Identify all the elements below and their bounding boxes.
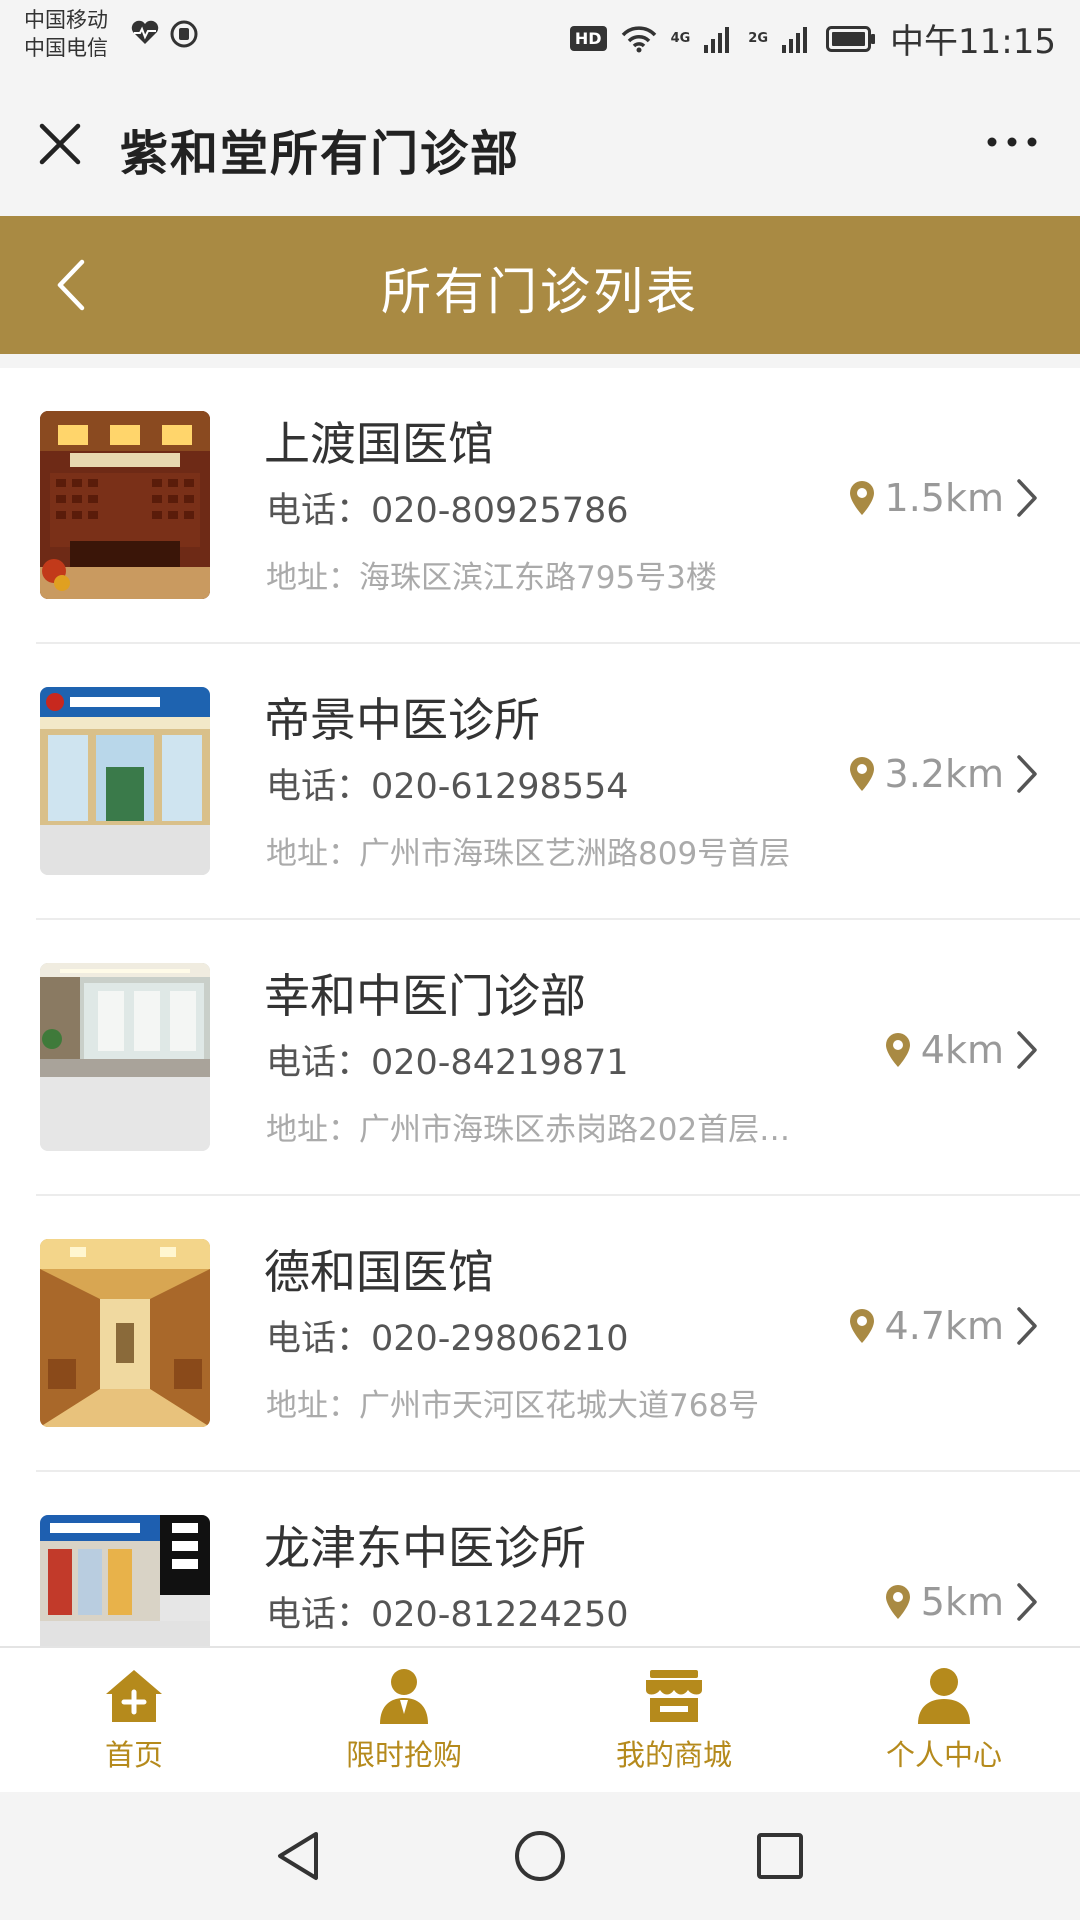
tab-profile[interactable]: 个人中心 — [844, 1666, 1044, 1774]
chevron-right-icon — [1017, 1307, 1037, 1345]
tab-flash-sale-label: 限时抢购 — [345, 1738, 462, 1772]
clinic-address: 地址：广州市海珠区艺洲路809号首层 — [266, 836, 791, 872]
clinic-distance: 4.7km — [884, 1304, 1004, 1348]
clinic-distance: 1.5km — [884, 476, 1004, 520]
person-icon — [918, 1668, 970, 1724]
tab-profile-label: 个人中心 — [885, 1738, 1002, 1772]
clinic-name: 德和国医馆 — [264, 1245, 494, 1299]
distance-link[interactable]: 5km — [883, 1580, 1040, 1624]
location-pin-icon — [885, 1033, 910, 1067]
clinic-name: 帝景中医诊所 — [264, 693, 540, 747]
status-bar: 中国移动 中国电信 HD 4G 2G 中午11:15 — [0, 0, 1080, 72]
page-header: 所有门诊列表 — [0, 216, 1080, 354]
clinic-phone[interactable]: 电话：020-84219871 — [266, 1034, 629, 1085]
clinic-phone[interactable]: 电话：020-29806210 — [266, 1310, 629, 1361]
user-tie-icon — [380, 1669, 428, 1724]
list-item[interactable]: 龙津东中医诊所 电话：020-81224250 5km — [0, 1472, 1080, 1646]
clinic-address: 地址：海珠区滨江东路795号3楼 — [266, 560, 717, 596]
list-item[interactable]: 德和国医馆 电话：020-29806210 地址：广州市天河区花城大道768号 … — [0, 1196, 1080, 1472]
clinic-phone[interactable]: 电话：020-61298554 — [266, 758, 629, 809]
clinic-phone[interactable]: 电话：020-81224250 — [266, 1586, 629, 1637]
tab-home-label: 首页 — [104, 1738, 163, 1772]
system-nav-bar — [0, 1792, 1080, 1920]
shield-icon — [170, 20, 198, 48]
distance-link[interactable]: 4km — [883, 1028, 1040, 1072]
clinic-photo — [40, 1239, 210, 1427]
heart-rate-icon — [131, 20, 159, 44]
distance-link[interactable]: 4.7km — [847, 1304, 1040, 1348]
carrier-2: 中国电信 — [24, 36, 108, 60]
wifi-icon — [621, 25, 656, 52]
distance-link[interactable]: 3.2km — [847, 752, 1040, 796]
distance-link[interactable]: 1.5km — [847, 476, 1040, 520]
clinic-photo — [40, 1515, 210, 1646]
window-title: 紫和堂所有门诊部 — [120, 126, 521, 182]
tab-my-shop[interactable]: 我的商城 — [574, 1666, 774, 1774]
clinic-distance: 3.2km — [884, 752, 1004, 796]
clinic-address: 地址：广州市天河区花城大道768号 — [266, 1388, 760, 1424]
location-pin-icon — [849, 1309, 874, 1343]
list-item[interactable]: 帝景中医诊所 电话：020-61298554 地址：广州市海珠区艺洲路809号首… — [0, 644, 1080, 920]
tab-home[interactable]: 首页 — [34, 1666, 234, 1774]
chevron-right-icon — [1017, 755, 1037, 793]
list-item[interactable]: 上渡国医馆 电话：020-80925786 地址：海珠区滨江东路795号3楼 1… — [0, 368, 1080, 644]
clinic-distance: 4km — [920, 1028, 1004, 1072]
carrier-info: 中国移动 中国电信 — [24, 6, 108, 62]
clinic-photo — [40, 963, 210, 1151]
hd-badge: HD — [569, 26, 607, 51]
chevron-right-icon — [1017, 479, 1037, 517]
close-icon[interactable] — [32, 116, 88, 172]
clinic-photo — [40, 687, 210, 875]
tab-flash-sale[interactable]: 限时抢购 — [304, 1666, 504, 1774]
location-pin-icon — [849, 757, 874, 791]
more-icon[interactable] — [980, 122, 1044, 162]
chevron-right-icon — [1017, 1583, 1037, 1621]
title-bar: 紫和堂所有门诊部 — [0, 72, 1080, 216]
page-title: 所有门诊列表 — [381, 263, 699, 321]
shop-icon — [646, 1670, 702, 1722]
signal-icon — [782, 26, 808, 53]
location-pin-icon — [885, 1585, 910, 1619]
home-icon — [106, 1670, 162, 1722]
recents-square-icon[interactable] — [752, 1828, 808, 1884]
carrier-1: 中国移动 — [24, 8, 108, 32]
home-circle-icon[interactable] — [512, 1828, 568, 1884]
clinic-photo — [40, 411, 210, 599]
list-item[interactable]: 幸和中医门诊部 电话：020-84219871 地址：广州市海珠区赤岗路202首… — [0, 920, 1080, 1196]
signal-icon — [704, 26, 730, 53]
clinic-name: 上渡国医馆 — [264, 417, 494, 471]
network-2g: 2G — [748, 31, 769, 46]
status-time: 中午11:15 — [890, 22, 1056, 62]
location-pin-icon — [849, 481, 874, 515]
clinic-phone[interactable]: 电话：020-80925786 — [266, 482, 629, 533]
battery-icon — [826, 25, 876, 52]
clinic-address: 地址：广州市海珠区赤岗路202首层… — [266, 1112, 791, 1148]
network-4g: 4G — [670, 31, 691, 46]
clinic-name: 幸和中医门诊部 — [264, 969, 586, 1023]
clinic-list: 上渡国医馆 电话：020-80925786 地址：海珠区滨江东路795号3楼 1… — [0, 368, 1080, 1646]
clinic-distance: 5km — [920, 1580, 1004, 1624]
chevron-right-icon — [1017, 1031, 1037, 1069]
clinic-name: 龙津东中医诊所 — [264, 1521, 586, 1575]
back-triangle-icon[interactable] — [272, 1828, 328, 1884]
bottom-nav: 首页 限时抢购 我的商城 个人中心 — [0, 1646, 1080, 1794]
tab-my-shop-label: 我的商城 — [615, 1738, 732, 1772]
